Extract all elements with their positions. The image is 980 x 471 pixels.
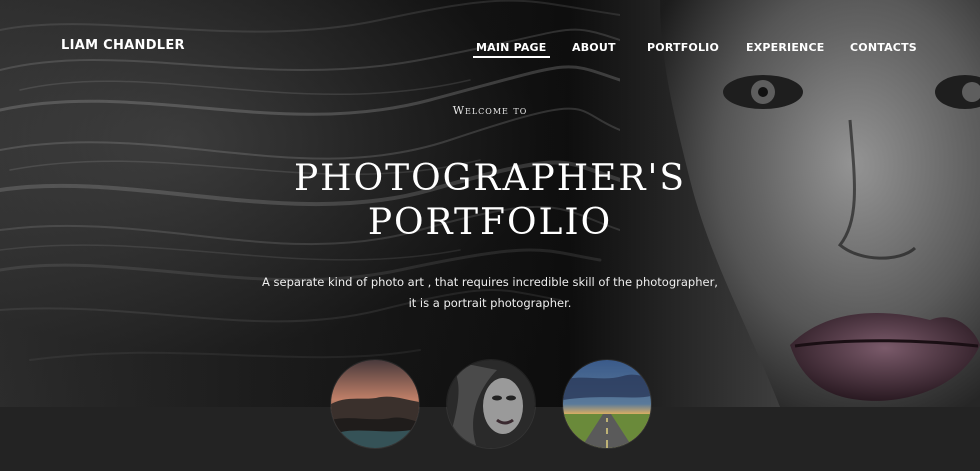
- portrait-thumbnail[interactable]: [447, 360, 535, 448]
- tagline-line-2: it is a portrait photographer.: [408, 296, 572, 310]
- welcome-text: Welcome to: [452, 104, 528, 117]
- road-storm-image: [563, 360, 651, 448]
- tagline-line-1: A separate kind of photo art , that requ…: [262, 275, 718, 289]
- road-storm-thumbnail[interactable]: [563, 360, 651, 448]
- nav-item-contacts[interactable]: CONTACTS: [850, 41, 917, 54]
- landscape-sunset-image: [331, 360, 419, 448]
- thumbnail-row: [0, 360, 980, 452]
- hero-tagline: A separate kind of photo art , that requ…: [0, 272, 980, 314]
- nav-item-experience[interactable]: EXPERIENCE: [746, 41, 824, 54]
- page-title-line-1: PHOTOGRAPHER'S: [293, 158, 687, 199]
- nav-item-portfolio[interactable]: PORTFOLIO: [647, 41, 719, 54]
- portrait-image: [447, 360, 535, 448]
- main-nav: MAIN PAGE ABOUT PORTFOLIO EXPERIENCE CON…: [0, 41, 980, 61]
- landscape-sunset-thumbnail[interactable]: [331, 360, 419, 448]
- nav-item-main-page[interactable]: MAIN PAGE: [473, 41, 549, 58]
- page-title-line-2: PORTFOLIO: [367, 202, 613, 243]
- nav-item-about[interactable]: ABOUT: [572, 41, 616, 54]
- page-title: PHOTOGRAPHER'S PORTFOLIO: [0, 157, 980, 245]
